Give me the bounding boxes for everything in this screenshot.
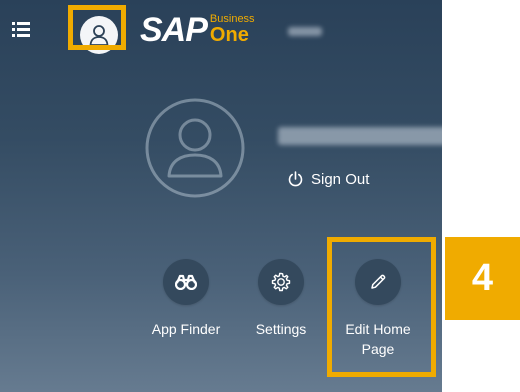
sap-business-one-logo: SAP Business One (140, 13, 255, 47)
gear-icon (271, 272, 291, 292)
edit-home-page-highlight-frame (327, 237, 436, 377)
hamburger-menu-icon[interactable] (12, 21, 30, 37)
sign-out-label: Sign Out (311, 170, 370, 188)
user-avatar-icon (145, 98, 245, 198)
step-number-badge: 4 (445, 237, 520, 320)
company-name-redacted (288, 27, 322, 36)
app-finder-label: App Finder (151, 321, 221, 337)
user-profile-avatar (144, 97, 246, 199)
screenshot-stage: SAP Business One Sign Out App Finder Set… (0, 0, 520, 392)
product-name: Business One (209, 12, 255, 46)
settings-button[interactable]: Settings (246, 259, 316, 339)
settings-label: Settings (255, 321, 307, 337)
binoculars-icon (175, 274, 197, 290)
app-finder-button[interactable]: App Finder (144, 259, 228, 339)
settings-circle[interactable] (258, 259, 304, 305)
avatar-highlight-frame (68, 5, 126, 50)
product-name-bottom: One (209, 23, 249, 46)
sap-wordmark: SAP (140, 11, 208, 49)
sign-out-button[interactable]: Sign Out (288, 168, 369, 190)
user-name-redacted (278, 127, 442, 145)
power-icon (288, 171, 303, 187)
app-finder-circle[interactable] (163, 259, 209, 305)
product-name-top: Business (209, 12, 255, 25)
